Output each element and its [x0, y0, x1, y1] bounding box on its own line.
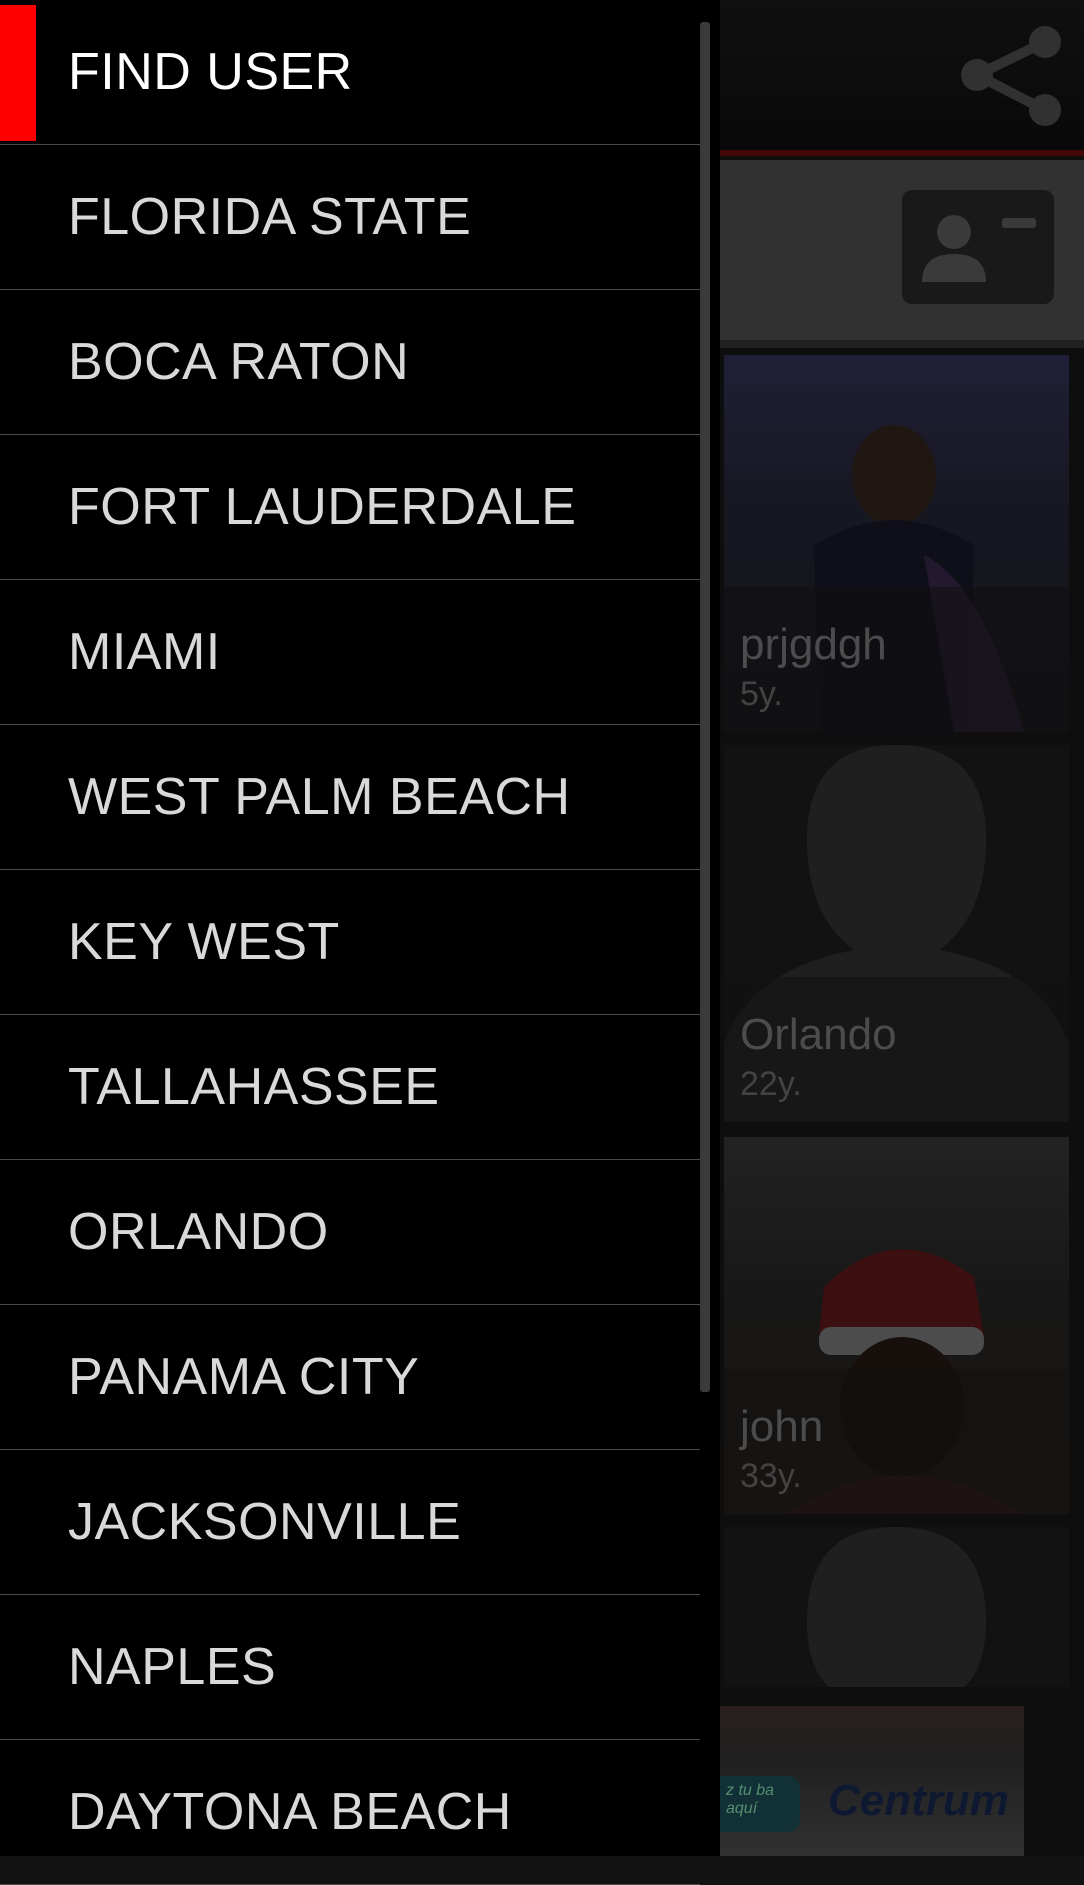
navigation-drawer: FIND USER FLORIDA STATE BOCA RATON FORT …	[0, 0, 720, 1885]
nav-item-label: FIND USER	[68, 43, 353, 101]
nav-item-label: TALLAHASSEE	[68, 1058, 440, 1116]
nav-item-label: DAYTONA BEACH	[68, 1783, 512, 1841]
nav-item-daytona-beach[interactable]: DAYTONA BEACH	[0, 1740, 700, 1885]
nav-item-find-user[interactable]: FIND USER	[0, 0, 700, 145]
nav-item-tallahassee[interactable]: TALLAHASSEE	[0, 1015, 700, 1160]
nav-item-boca-raton[interactable]: BOCA RATON	[0, 290, 700, 435]
nav-item-label: JACKSONVILLE	[68, 1493, 462, 1551]
nav-item-label: NAPLES	[68, 1638, 277, 1696]
nav-item-label: FLORIDA STATE	[68, 188, 472, 246]
nav-item-miami[interactable]: MIAMI	[0, 580, 700, 725]
nav-item-label: WEST PALM BEACH	[68, 768, 571, 826]
nav-item-label: MIAMI	[68, 623, 221, 681]
nav-item-label: FORT LAUDERDALE	[68, 478, 577, 536]
nav-item-label: BOCA RATON	[68, 333, 410, 391]
nav-item-label: KEY WEST	[68, 913, 340, 971]
nav-item-naples[interactable]: NAPLES	[0, 1595, 700, 1740]
nav-item-florida-state[interactable]: FLORIDA STATE	[0, 145, 700, 290]
nav-item-west-palm-beach[interactable]: WEST PALM BEACH	[0, 725, 700, 870]
nav-item-key-west[interactable]: KEY WEST	[0, 870, 700, 1015]
active-indicator	[0, 5, 36, 141]
nav-item-label: PANAMA CITY	[68, 1348, 420, 1406]
drawer-scrollbar[interactable]	[700, 22, 710, 1392]
nav-item-label: ORLANDO	[68, 1203, 329, 1261]
nav-item-orlando[interactable]: ORLANDO	[0, 1160, 700, 1305]
nav-item-jacksonville[interactable]: JACKSONVILLE	[0, 1450, 700, 1595]
nav-item-panama-city[interactable]: PANAMA CITY	[0, 1305, 700, 1450]
nav-item-fort-lauderdale[interactable]: FORT LAUDERDALE	[0, 435, 700, 580]
